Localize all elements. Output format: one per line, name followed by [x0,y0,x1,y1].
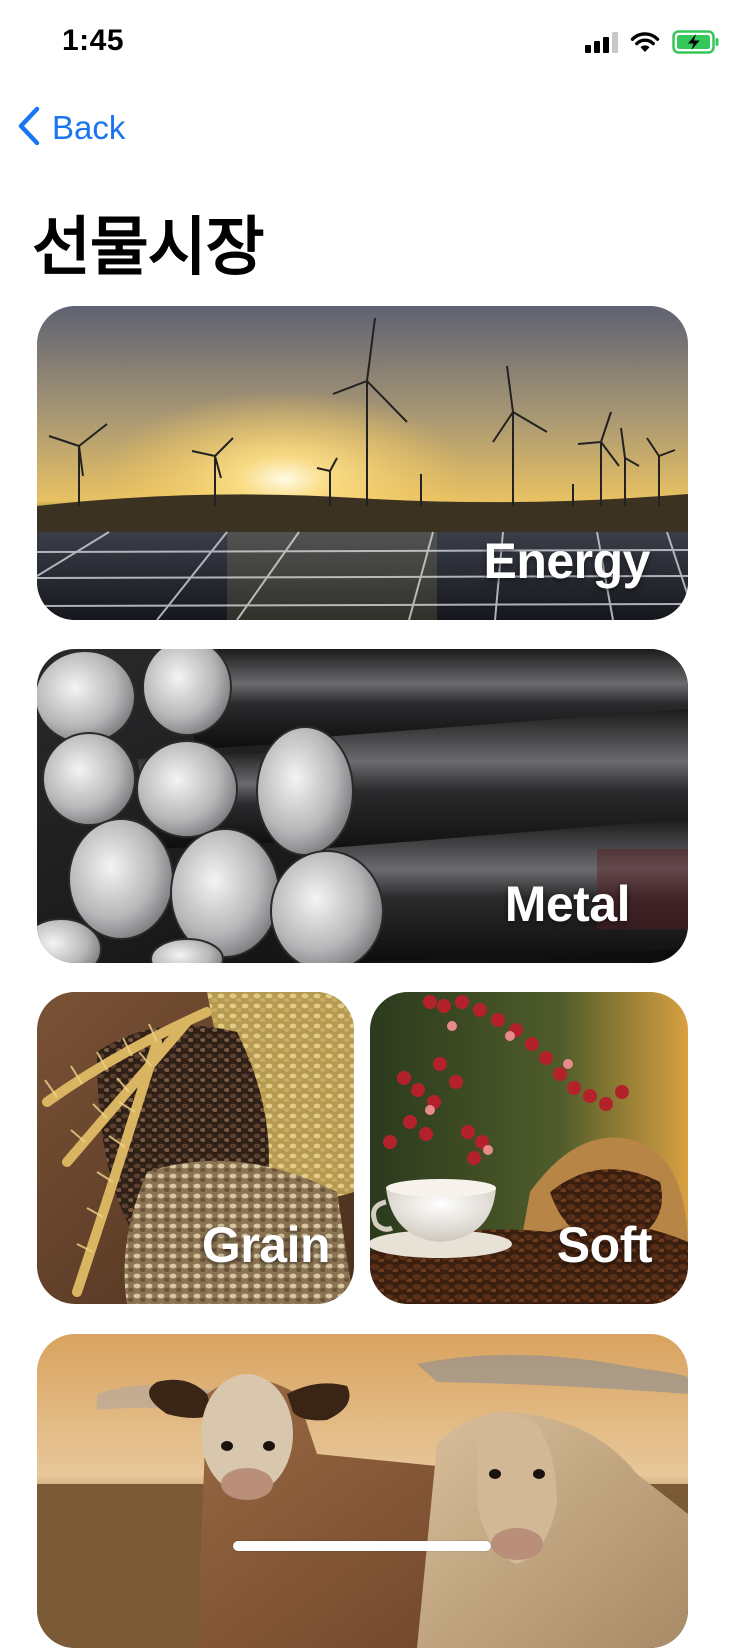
back-label: Back [52,109,126,146]
category-label-metal: Metal [504,876,631,932]
category-label-energy: Energy [483,533,650,589]
category-label-grain: Grain [201,1217,331,1273]
category-card-energy[interactable]: Energy [37,306,688,620]
category-label-soft: Soft [556,1217,653,1273]
chevron-left-icon [16,106,42,151]
cellular-signal-icon [585,31,618,53]
back-button[interactable]: Back [16,106,125,150]
status-bar: 1:45 [0,0,750,88]
status-time: 1:45 [62,24,125,57]
category-card-soft[interactable]: Soft [370,992,688,1304]
category-card-livestock[interactable] [37,1334,688,1648]
category-card-grain[interactable]: Grain [37,992,354,1304]
livestock-image [37,1334,688,1648]
battery-charging-icon [672,30,720,54]
category-card-metal[interactable]: Metal [37,649,688,963]
wifi-icon [630,31,660,53]
page-title: 선물시장 [32,211,265,283]
status-icons [585,30,720,54]
home-indicator [233,1541,491,1551]
